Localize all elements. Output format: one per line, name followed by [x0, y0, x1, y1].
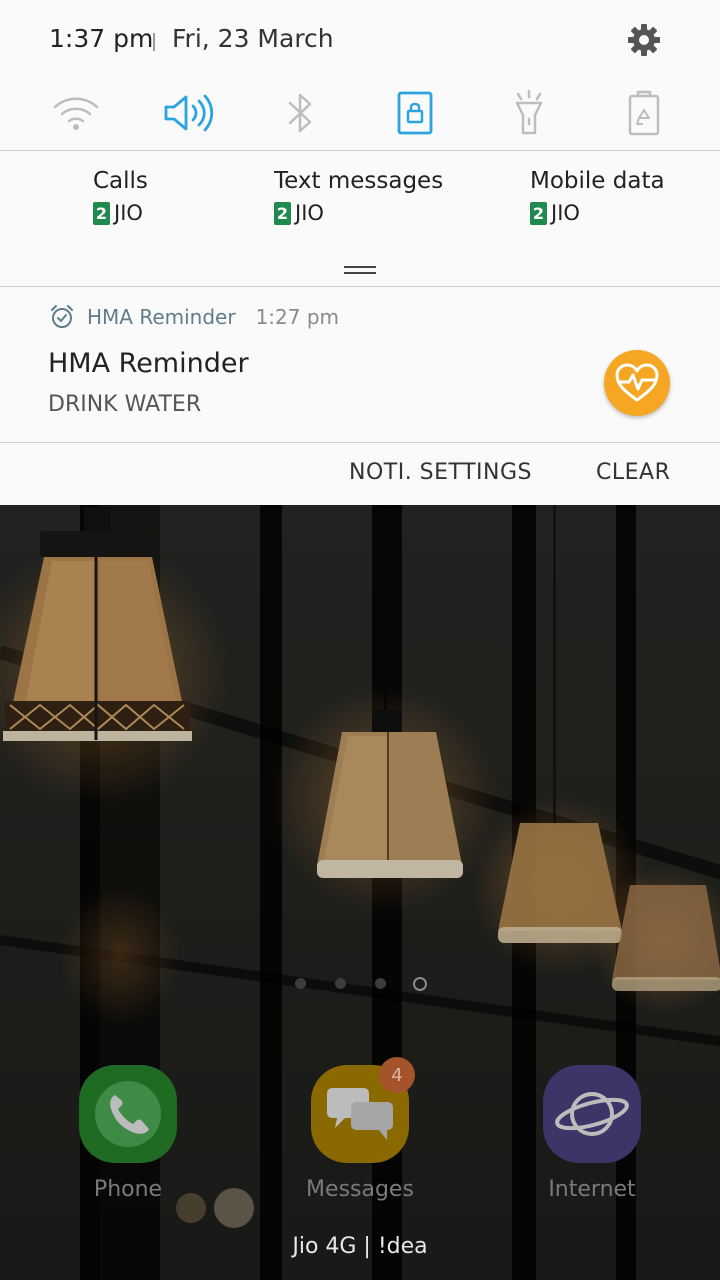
divider: [0, 442, 720, 443]
notification-app-name: HMA Reminder: [87, 305, 236, 329]
drag-handle[interactable]: [344, 266, 376, 268]
wifi-icon: [53, 97, 99, 130]
power-saving-toggle[interactable]: [617, 86, 671, 140]
sim-text-messages[interactable]: Text messages 2 JIO: [274, 168, 443, 225]
sim-carrier: JIO: [551, 201, 580, 225]
dock-app-internet[interactable]: Internet: [537, 1065, 647, 1202]
gear-icon[interactable]: [626, 22, 662, 58]
unread-badge: 4: [379, 1057, 415, 1093]
phone-icon[interactable]: [79, 1065, 177, 1163]
sim-texts-label: Text messages: [274, 168, 444, 194]
drag-handle[interactable]: [344, 272, 376, 274]
clock: 1:37 pm: [49, 24, 154, 53]
notification-panel: 1:37 pm Fri, 23 March Calls 2 JIO Text m…: [0, 0, 720, 505]
notification-settings-button[interactable]: NOTI. SETTINGS: [349, 460, 532, 485]
sim-calls-label: Calls: [93, 168, 148, 194]
sim-slot-badge: 2: [530, 201, 547, 225]
sound-toggle[interactable]: [161, 86, 215, 140]
page-indicator: [0, 977, 720, 991]
divider: [0, 286, 720, 287]
page-dot-active[interactable]: [413, 977, 427, 991]
divider: [153, 33, 155, 51]
notification-body: DRINK WATER: [48, 392, 202, 417]
wifi-toggle[interactable]: [49, 86, 103, 140]
dock-app-phone[interactable]: Phone: [73, 1065, 183, 1202]
sim-slot-badge: 2: [274, 201, 291, 225]
sim-carrier: JIO: [114, 201, 143, 225]
internet-icon[interactable]: [543, 1065, 641, 1163]
app-label: Phone: [93, 1177, 163, 1202]
page-dot[interactable]: [295, 978, 306, 989]
dock-app-messages[interactable]: 4 Messages: [305, 1057, 415, 1202]
clear-button[interactable]: CLEAR: [596, 460, 670, 485]
alarm-clock-icon: [51, 305, 73, 328]
flashlight-icon: [515, 89, 543, 135]
flashlight-toggle[interactable]: [502, 86, 556, 140]
sound-icon: [164, 94, 214, 132]
panel-header: 1:37 pm Fri, 23 March: [0, 0, 720, 84]
notification-time: 1:27 pm: [255, 305, 340, 329]
bluetooth-icon: [288, 93, 312, 133]
bluetooth-toggle[interactable]: [274, 86, 328, 140]
carrier-label: Jio 4G | !dea: [292, 1234, 428, 1259]
screen-rotation-lock-icon: [397, 91, 433, 135]
sim-slot-badge: 2: [93, 201, 110, 225]
sim-mobile-data[interactable]: Mobile data 2 JIO: [530, 168, 665, 225]
page-dot[interactable]: [375, 978, 386, 989]
date[interactable]: Fri, 23 March: [172, 24, 334, 53]
heartbeat-icon: [604, 350, 670, 416]
page-dot[interactable]: [335, 978, 346, 989]
divider: [0, 150, 720, 151]
sim-carrier: JIO: [295, 201, 324, 225]
sim-data-label: Mobile data: [530, 168, 665, 194]
app-label: Internet: [548, 1177, 636, 1202]
notification-title: HMA Reminder: [48, 348, 249, 379]
app-label: Messages: [306, 1177, 414, 1202]
notification-card[interactable]: HMA Reminder 1:27 pm HMA Reminder DRINK …: [0, 288, 720, 442]
power-saving-icon: [628, 90, 660, 136]
screen-rotation-lock-toggle[interactable]: [388, 86, 442, 140]
sim-calls[interactable]: Calls 2 JIO: [93, 168, 148, 225]
